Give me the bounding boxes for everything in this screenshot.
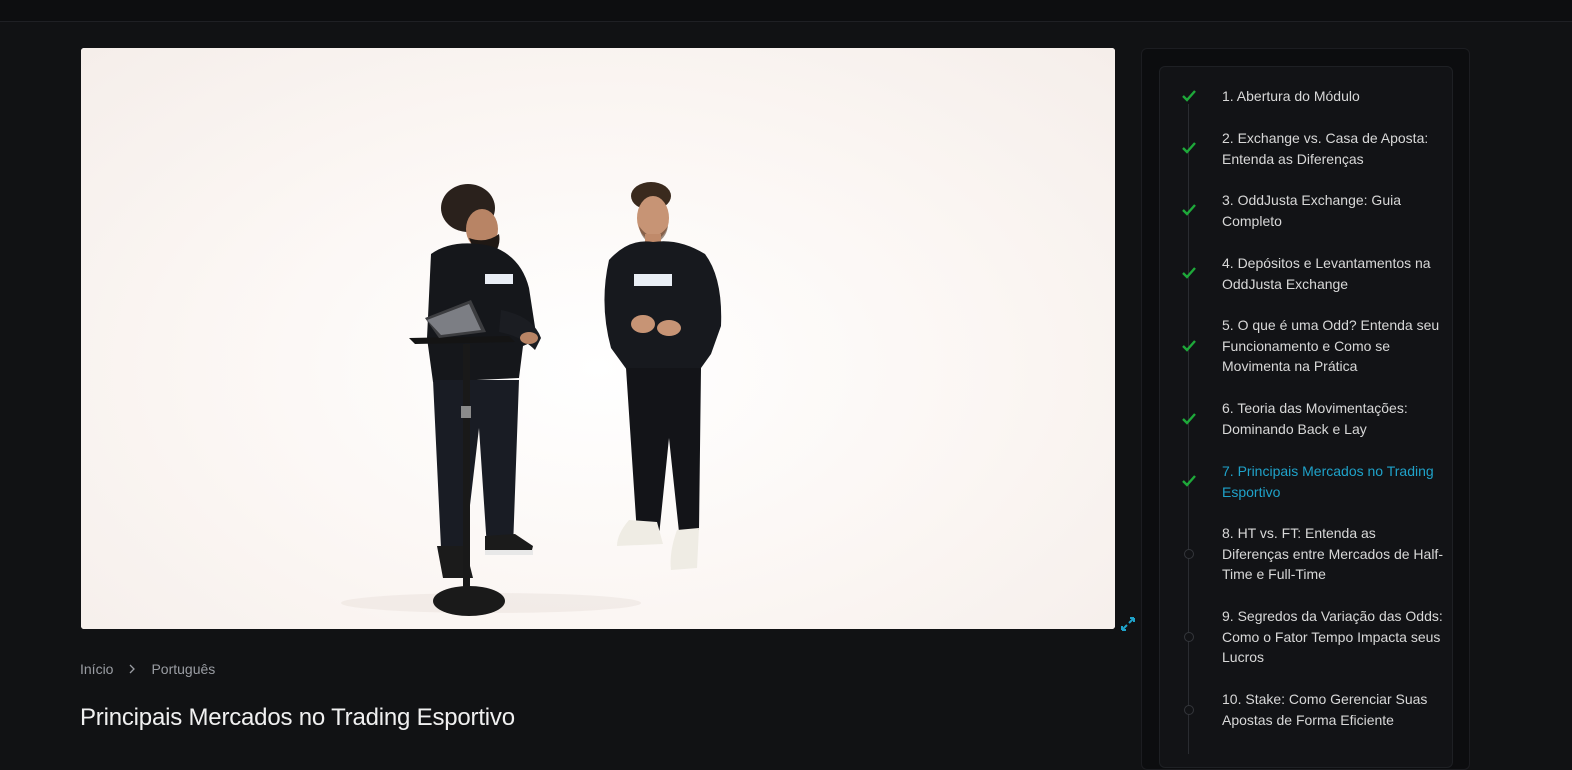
lesson-item-7-current[interactable]: 7. Principais Mercados no Trading Esport… [1222,461,1444,502]
pending-dot-icon [1184,705,1194,715]
pending-dot-icon [1184,549,1194,559]
video-frame [341,182,722,616]
lesson-item-8[interactable]: 8. HT vs. FT: Entenda as Diferenças entr… [1222,523,1444,585]
fullscreen-icon[interactable] [1121,617,1135,631]
check-icon [1182,340,1196,352]
breadcrumb-home-link[interactable]: Início [80,661,113,677]
lesson-item-6[interactable]: 6. Teoria das Movimentações: Dominando B… [1222,398,1444,439]
lesson-item-10[interactable]: 10. Stake: Como Gerenciar Suas Apostas d… [1222,689,1444,730]
check-icon [1182,267,1196,279]
chevron-right-icon [130,664,136,674]
timeline-line [1188,104,1189,754]
lesson-item-9[interactable]: 9. Segredos da Variação das Odds: Como o… [1222,606,1444,668]
check-icon [1182,204,1196,216]
check-icon [1182,90,1196,102]
video-player[interactable] [81,48,1115,629]
lesson-item-2[interactable]: 2. Exchange vs. Casa de Aposta: Entenda … [1222,128,1444,169]
check-icon [1182,475,1196,487]
breadcrumb: Início Português [80,659,215,679]
top-bar [0,0,1572,22]
check-icon [1182,413,1196,425]
lesson-item-5[interactable]: 5. O que é uma Odd? Entenda seu Funciona… [1222,315,1444,377]
pending-dot-icon [1184,632,1194,642]
check-icon [1182,142,1196,154]
lesson-item-1[interactable]: 1. Abertura do Módulo [1222,86,1444,107]
lesson-item-3[interactable]: 3. OddJusta Exchange: Guia Completo [1222,190,1444,231]
breadcrumb-current[interactable]: Português [151,661,215,677]
page-title: Principais Mercados no Trading Esportivo [80,704,515,731]
lesson-item-4[interactable]: 4. Depósitos e Levantamentos na OddJusta… [1222,253,1444,294]
